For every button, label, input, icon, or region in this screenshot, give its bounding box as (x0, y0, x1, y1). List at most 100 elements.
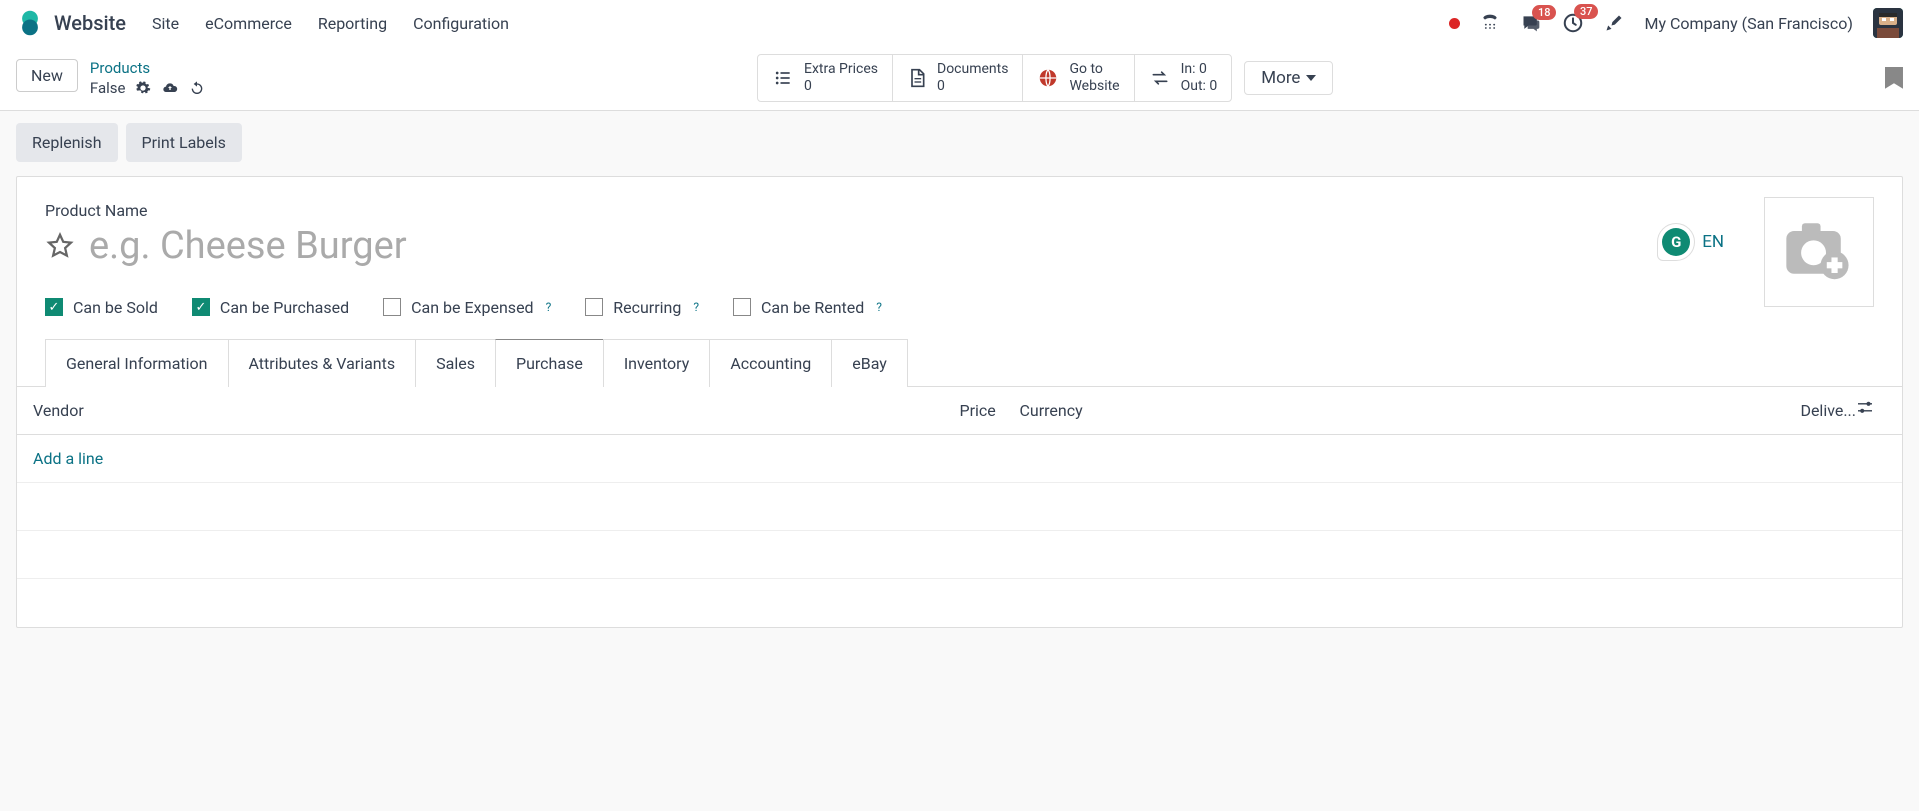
dialpad-icon[interactable] (1480, 13, 1500, 33)
stat-extra-prices-value: 0 (804, 78, 878, 95)
undo-icon[interactable] (189, 80, 205, 96)
user-avatar[interactable] (1873, 8, 1903, 38)
col-vendor[interactable]: Vendor (33, 401, 960, 420)
cb-can-be-rented[interactable]: Can be Rented ? (733, 298, 882, 317)
nav-item-configuration[interactable]: Configuration (413, 14, 509, 33)
recording-indicator-icon[interactable] (1449, 18, 1460, 29)
messages-icon[interactable]: 18 (1520, 13, 1542, 33)
cb-can-be-sold[interactable]: ✓ Can be Sold (45, 298, 158, 317)
tab-accounting[interactable]: Accounting (709, 339, 831, 387)
messages-badge: 18 (1532, 5, 1557, 20)
tab-purchase[interactable]: Purchase (495, 339, 603, 387)
activities-badge: 37 (1574, 4, 1599, 19)
stat-in-label: In: (1181, 61, 1196, 77)
col-price[interactable]: Price (960, 401, 1020, 420)
table-row[interactable] (17, 531, 1902, 579)
stat-in-value: 0 (1199, 61, 1207, 77)
cb-sold-label: Can be Sold (73, 298, 158, 317)
col-currency[interactable]: Currency (1020, 401, 1140, 420)
add-line-link[interactable]: Add a line (33, 449, 103, 468)
stat-out-label: Out: (1181, 78, 1206, 94)
nav-right: 18 37 My Company (San Francisco) (1449, 8, 1903, 38)
app-home[interactable]: Website (16, 9, 126, 37)
company-selector[interactable]: My Company (San Francisco) (1644, 14, 1853, 33)
checkbox-unchecked-icon (383, 298, 401, 316)
nav-item-site[interactable]: Site (152, 14, 179, 33)
stat-more-button[interactable]: More (1245, 62, 1332, 94)
bookmark-icon[interactable] (1885, 67, 1903, 89)
control-row: New Products False (0, 46, 1919, 111)
breadcrumb-status-row: False (90, 79, 206, 97)
product-name-input[interactable] (89, 224, 709, 268)
tab-attributes-variants[interactable]: Attributes & Variants (228, 339, 416, 387)
stat-out-value: 0 (1209, 78, 1217, 94)
stat-in-out[interactable]: In: 0 Out: 0 (1135, 55, 1232, 101)
stat-extra-prices-label: Extra Prices (804, 61, 878, 78)
bookmark-area (1885, 67, 1903, 89)
help-icon[interactable]: ? (546, 300, 552, 314)
cb-can-be-expensed[interactable]: Can be Expensed ? (383, 298, 551, 317)
col-delivery[interactable]: Delive... (1786, 401, 1856, 420)
stat-go-to-website[interactable]: Go to Website (1023, 55, 1134, 101)
list-icon (772, 68, 794, 88)
print-labels-button[interactable]: Print Labels (126, 123, 242, 162)
app-logo-icon (16, 9, 44, 37)
action-row: Replenish Print Labels (16, 123, 1903, 162)
replenish-button[interactable]: Replenish (16, 123, 118, 162)
cb-expensed-label: Can be Expensed (411, 298, 533, 317)
checkbox-unchecked-icon (733, 298, 751, 316)
nav-item-reporting[interactable]: Reporting (318, 14, 387, 33)
gear-icon[interactable] (135, 80, 151, 96)
title-row: G EN (45, 224, 1874, 268)
stat-documents[interactable]: Documents 0 (893, 55, 1023, 101)
add-line-row: Add a line (17, 435, 1902, 483)
caret-down-icon (1306, 75, 1316, 81)
transfer-icon (1149, 68, 1171, 88)
cb-recurring-label: Recurring (613, 298, 681, 317)
tab-ebay[interactable]: eBay (831, 339, 908, 387)
vendor-table-header: Vendor Price Currency Delive... (17, 387, 1902, 435)
tools-icon[interactable] (1604, 13, 1624, 33)
page-body: Replenish Print Labels Product Name G EN… (0, 111, 1919, 628)
table-row[interactable] (17, 579, 1902, 627)
cb-purchased-label: Can be Purchased (220, 298, 349, 317)
stat-more-wrap: More (1244, 61, 1333, 95)
nav-item-ecommerce[interactable]: eCommerce (205, 14, 292, 33)
globe-icon (1037, 67, 1059, 89)
lang-indicator: G EN (1658, 224, 1724, 260)
left-controls: New Products False (16, 59, 205, 97)
stat-website-label2: Website (1069, 78, 1119, 95)
help-icon[interactable]: ? (876, 300, 882, 314)
tab-general-information[interactable]: General Information (45, 339, 228, 387)
cloud-upload-icon[interactable] (161, 80, 179, 96)
cb-can-be-purchased[interactable]: ✓ Can be Purchased (192, 298, 349, 317)
stat-documents-label: Documents (937, 61, 1008, 78)
breadcrumb-parent[interactable]: Products (90, 59, 206, 77)
table-settings-icon[interactable] (1856, 401, 1886, 420)
help-icon[interactable]: ? (693, 300, 699, 314)
grammarly-icon[interactable]: G (1658, 224, 1694, 260)
top-navbar: Website Site eCommerce Reporting Configu… (0, 0, 1919, 46)
cb-recurring[interactable]: Recurring ? (585, 298, 699, 317)
tab-inventory[interactable]: Inventory (603, 339, 710, 387)
stat-extra-prices[interactable]: Extra Prices 0 (758, 55, 893, 101)
lang-code[interactable]: EN (1702, 232, 1724, 252)
form-sheet: Product Name G EN ✓ Can be Sold ✓ Can be… (16, 176, 1903, 628)
checkbox-unchecked-icon (585, 298, 603, 316)
cb-rented-label: Can be Rented (761, 298, 864, 317)
stat-documents-value: 0 (937, 78, 1008, 95)
breadcrumb: Products False (90, 59, 206, 97)
product-image-upload[interactable] (1764, 197, 1874, 307)
activities-icon[interactable]: 37 (1562, 12, 1584, 34)
table-row[interactable] (17, 483, 1902, 531)
favorite-star-icon[interactable] (45, 231, 75, 261)
stat-more-label: More (1261, 68, 1300, 88)
breadcrumb-status: False (90, 79, 126, 97)
product-name-label: Product Name (45, 201, 1874, 220)
app-name: Website (54, 11, 126, 35)
stat-buttons: Extra Prices 0 Documents 0 Go to (757, 54, 1232, 102)
checkbox-checked-icon: ✓ (45, 298, 63, 316)
nav-left: Website Site eCommerce Reporting Configu… (16, 9, 509, 37)
tab-sales[interactable]: Sales (415, 339, 495, 387)
new-button[interactable]: New (16, 59, 78, 92)
